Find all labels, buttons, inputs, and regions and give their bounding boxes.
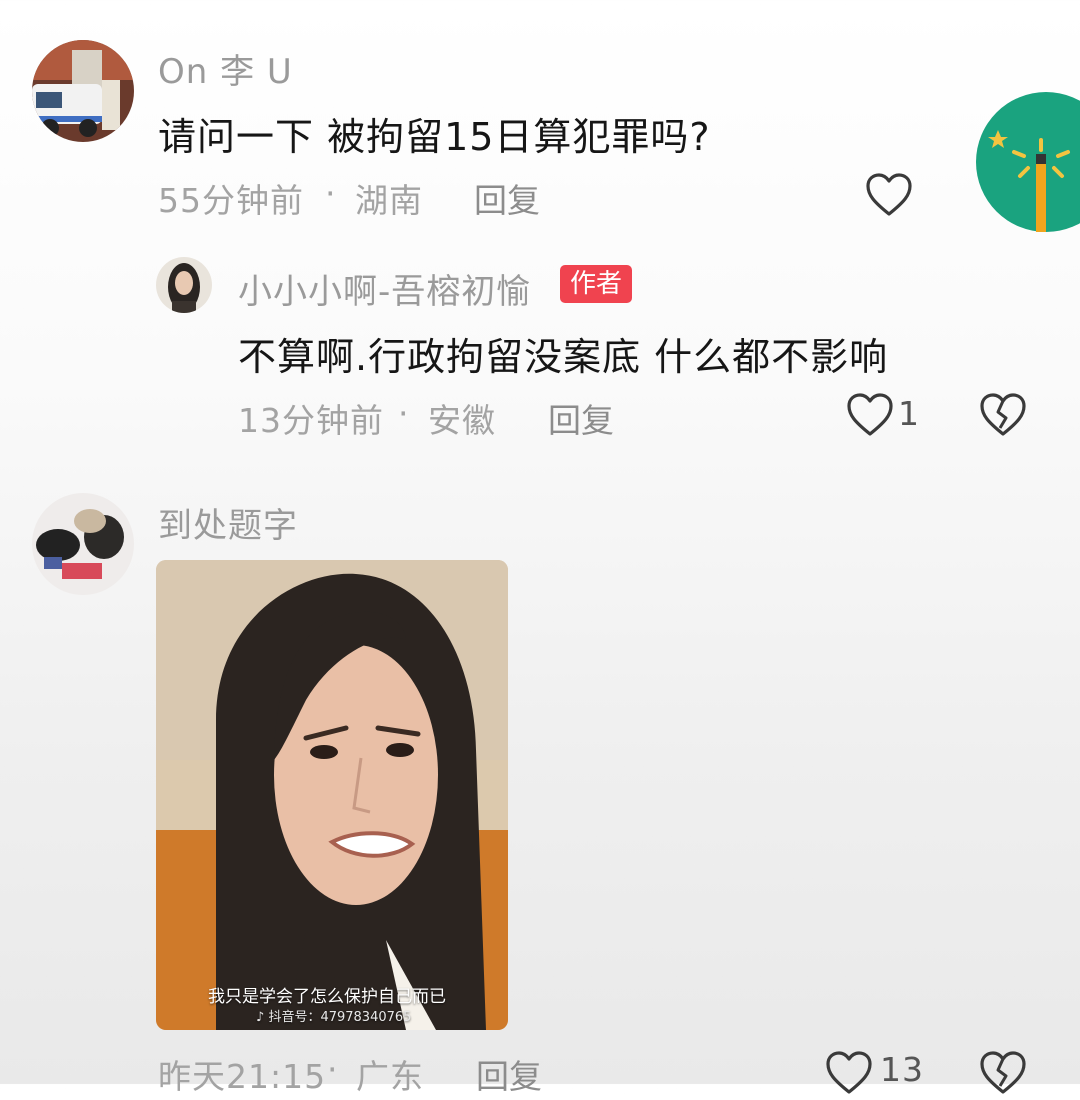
woman-portrait-image (156, 560, 508, 1030)
like-count: 1 (898, 394, 920, 433)
heart-outline-icon[interactable] (864, 172, 914, 218)
tiktok-watermark: ♪ 抖音号：47978340765 (256, 1006, 411, 1025)
meta-separator: · (398, 394, 410, 433)
clothes-avatar-image (32, 493, 134, 595)
comment-username[interactable]: On 李 U (158, 44, 293, 93)
heart-outline-icon[interactable] (824, 1050, 874, 1096)
reply-button[interactable]: 回复 (548, 394, 614, 442)
broken-heart-icon[interactable] (978, 1050, 1028, 1096)
author-badge: 作者 (560, 265, 633, 303)
meta-separator: · (327, 1050, 339, 1089)
magic-wand-button[interactable] (976, 92, 1080, 232)
comment-username[interactable]: 到处题字 (158, 498, 298, 547)
reply-location: 安徽 (428, 401, 496, 440)
image-caption: 我只是学会了怎么保护自己而已 (208, 987, 446, 1007)
tiktok-logo-icon: ♪ (256, 1010, 269, 1025)
broken-heart-icon[interactable] (978, 392, 1028, 438)
comment-location: 广东 (356, 1057, 424, 1096)
police-car-avatar-image (32, 40, 134, 142)
reply-button[interactable]: 回复 (474, 174, 540, 222)
comment-text: 请问一下 被拘留15日算犯罪吗? (158, 115, 711, 159)
author-avatar-image (156, 257, 212, 313)
magic-wand-icon (976, 92, 1080, 232)
heart-outline-icon[interactable] (845, 392, 895, 438)
reply-text: 不算啊.行政拘留没案底 什么都不影响 (238, 335, 889, 379)
author-avatar[interactable] (156, 257, 212, 313)
comment-location: 湖南 (355, 181, 423, 220)
reply-time: 13分钟前 (238, 401, 384, 440)
author-username[interactable]: 小小小啊-吾榕初愉 (238, 264, 531, 313)
like-count: 13 (880, 1050, 924, 1089)
commenter-avatar[interactable] (32, 40, 134, 142)
watermark-text: 抖音号：47978340765 (268, 1010, 412, 1025)
comment-time: 55分钟前 (158, 181, 304, 220)
comment-time: 昨天21:15 (158, 1057, 327, 1096)
commenter-avatar[interactable] (32, 493, 134, 595)
meta-separator: · (325, 174, 337, 213)
comment-image[interactable]: 我只是学会了怎么保护自己而已 ♪ 抖音号：47978340765 (156, 560, 508, 1030)
reply-button[interactable]: 回复 (476, 1050, 542, 1098)
